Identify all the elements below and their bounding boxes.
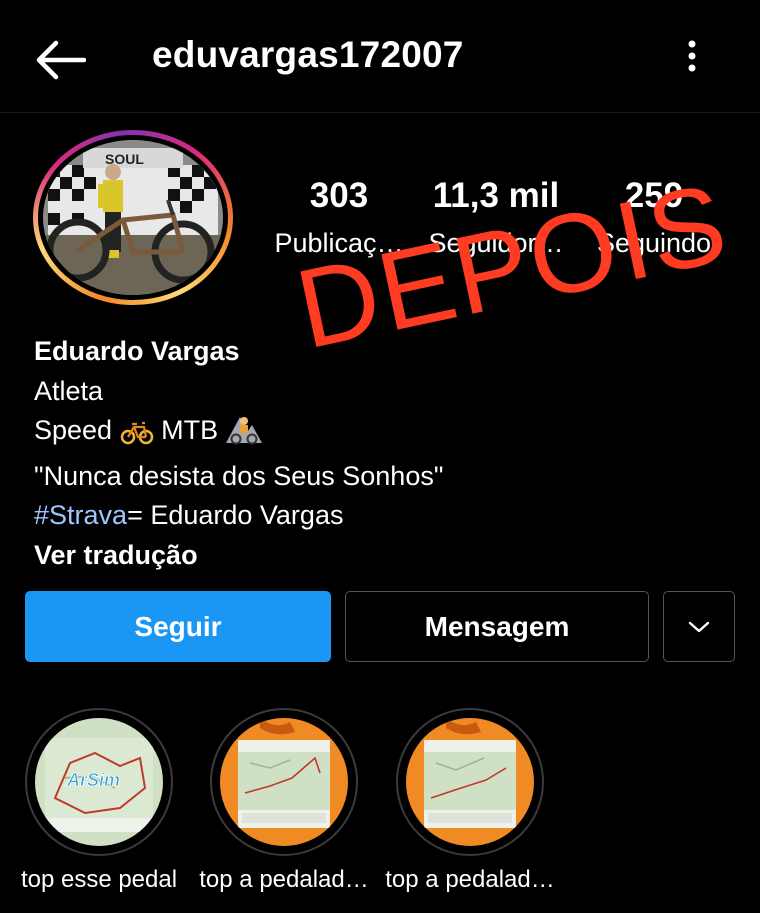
profile-bio: Eduardo Vargas Atleta Speed MTB "Nunca d… — [34, 332, 443, 575]
highlight-cover-strava — [406, 718, 534, 846]
highlight-cover-strava — [220, 718, 348, 846]
highlight-label: top a pedalad… — [199, 866, 369, 893]
bio-strava-line: #Strava= Eduardo Vargas — [34, 496, 443, 536]
suggested-accounts-button[interactable] — [663, 591, 735, 662]
more-vertical-icon — [688, 40, 696, 72]
mountain-biker-icon — [225, 413, 262, 457]
bio-strava-text: = Eduardo Vargas — [127, 500, 344, 530]
avatar: SOUL — [43, 140, 223, 295]
arrow-left-icon — [36, 40, 87, 80]
back-button[interactable] — [34, 38, 87, 82]
bio-mtb-text: MTB — [161, 415, 219, 445]
follow-button[interactable]: Seguir — [25, 591, 331, 662]
chevron-down-icon — [688, 621, 710, 632]
top-bar: eduvargas172007 — [0, 0, 760, 113]
highlight-item[interactable]: ArSim top esse pedal — [21, 708, 177, 893]
highlight-label: top a pedalad… — [385, 866, 555, 893]
see-translation-link[interactable]: Ver tradução — [34, 536, 443, 576]
bio-quote: "Nunca desista dos Seus Sonhos" — [34, 460, 444, 491]
profile-category: Atleta — [34, 375, 104, 406]
posts-count: 303 — [309, 176, 369, 215]
bicycle-icon — [120, 417, 154, 457]
profile-photo-cyclist: SOUL — [43, 140, 223, 295]
profile-username: eduvargas172007 — [152, 34, 464, 75]
more-options-button[interactable] — [676, 36, 708, 80]
highlight-item[interactable]: top a pedalad… — [199, 708, 369, 893]
bio-speed-text: Speed — [34, 415, 113, 445]
strava-hashtag-link[interactable]: #Strava — [34, 500, 127, 530]
message-button[interactable]: Mensagem — [345, 591, 649, 662]
bio-line-speed-mtb: Speed MTB — [34, 411, 443, 457]
highlight-map-text: ArSim — [66, 770, 120, 790]
highlight-item[interactable]: top a pedalad… — [385, 708, 555, 893]
highlight-label: top esse pedal — [20, 866, 178, 893]
highlight-cover-map: ArSim — [35, 718, 163, 846]
story-ring[interactable]: SOUL — [33, 130, 233, 305]
